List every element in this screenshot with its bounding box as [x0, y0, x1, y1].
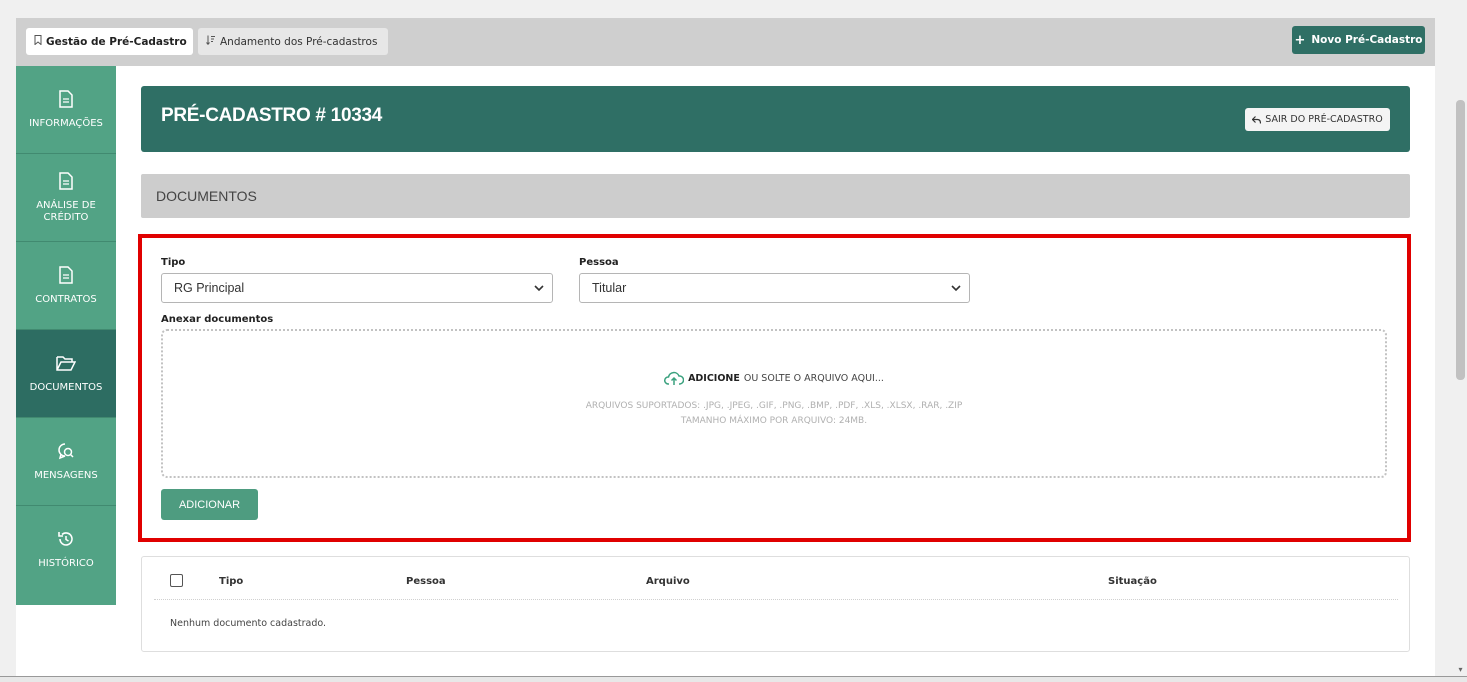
bookmark-icon — [34, 35, 42, 48]
tipo-select-value: RG Principal — [174, 281, 245, 295]
tab-label: Gestão de Pré-Cadastro — [46, 35, 187, 48]
reply-icon — [1252, 115, 1262, 124]
tab-andamento[interactable]: Andamento dos Pré-cadastros — [198, 28, 388, 55]
dropzone-prompt: ADICIONE OU SOLTE O ARQUIVO AQUI... — [163, 371, 1385, 386]
document-icon — [59, 89, 73, 108]
dropzone-supported: ARQUIVOS SUPORTADOS: .JPG, .JPEG, .GIF, … — [585, 401, 963, 411]
dropzone-max-size: TAMANHO MÁXIMO POR ARQUIVO: 24MB. — [680, 416, 868, 426]
pessoa-label: Pessoa — [579, 257, 619, 268]
section-title: DOCUMENTOS — [156, 188, 257, 204]
window-bottom-edge — [0, 676, 1467, 682]
new-button-label: Novo Pré-Cadastro — [1311, 34, 1423, 46]
tab-label: Andamento dos Pré-cadastros — [220, 35, 378, 48]
dropzone-rest: OU SOLTE O ARQUIVO AQUI... — [743, 373, 884, 384]
plus-icon: + — [1294, 32, 1306, 48]
file-dropzone[interactable]: ADICIONE OU SOLTE O ARQUIVO AQUI... ARQU… — [161, 329, 1387, 478]
sidebar-item-documentos[interactable]: DOCUMENTOS — [16, 330, 116, 418]
select-all-checkbox[interactable] — [170, 574, 183, 587]
column-header-arquivo: Arquivo — [646, 576, 690, 587]
sidebar-item-analise-credito[interactable]: ANÁLISE DE CRÉDITO — [16, 154, 116, 242]
documents-table: Tipo Pessoa Arquivo Situação Nenhum docu… — [141, 556, 1410, 652]
tab-gestao[interactable]: Gestão de Pré-Cadastro — [26, 28, 193, 55]
sidebar-item-label: INFORMAÇÕES — [29, 117, 103, 129]
sidebar-item-label: DOCUMENTOS — [29, 381, 103, 393]
chevron-down-icon — [951, 285, 961, 292]
exit-button-label: SAIR DO PRÉ-CADASTRO — [1265, 114, 1383, 125]
sidebar-item-label: HISTÓRICO — [38, 558, 94, 569]
sidebar: INFORMAÇÕES ANÁLISE DE CRÉDITO CONTRATOS… — [16, 66, 116, 605]
anexar-label: Anexar documentos — [161, 314, 274, 325]
folder-open-icon — [56, 355, 76, 371]
sort-icon — [206, 35, 216, 48]
document-upload-form: Tipo RG Principal Pessoa Titular Anexar … — [138, 234, 1411, 542]
scroll-down-arrow[interactable]: ▾ — [1456, 666, 1465, 674]
chevron-down-icon — [534, 285, 544, 292]
scrollbar-thumb[interactable] — [1456, 100, 1465, 380]
sidebar-item-label: MENSAGENS — [34, 469, 98, 481]
pessoa-select[interactable]: Titular — [579, 273, 970, 303]
section-header: DOCUMENTOS — [141, 174, 1410, 218]
column-header-pessoa: Pessoa — [406, 576, 446, 587]
chat-search-icon — [58, 442, 74, 459]
sidebar-item-label: CONTRATOS — [35, 293, 97, 305]
empty-table-message: Nenhum documento cadastrado. — [170, 618, 327, 629]
sidebar-item-label: ANÁLISE DE CRÉDITO — [36, 199, 96, 223]
tipo-select[interactable]: RG Principal — [161, 273, 553, 303]
page-header: PRÉ-CADASTRO # 10334 SAIR DO PRÉ-CADASTR… — [141, 86, 1410, 152]
history-icon — [58, 532, 73, 546]
vertical-scrollbar[interactable]: ▾ — [1453, 88, 1467, 682]
app-frame: Gestão de Pré-Cadastro Andamento dos Pré… — [16, 18, 1435, 682]
tipo-label: Tipo — [161, 257, 186, 268]
page-title: PRÉ-CADASTRO # 10334 — [161, 105, 383, 126]
sidebar-item-historico[interactable]: HISTÓRICO — [16, 506, 116, 594]
dropzone-action[interactable]: ADICIONE — [688, 373, 740, 384]
top-bar: Gestão de Pré-Cadastro Andamento dos Pré… — [16, 18, 1435, 66]
adicionar-button[interactable]: ADICIONAR — [161, 489, 258, 520]
sidebar-item-informacoes[interactable]: INFORMAÇÕES — [16, 66, 116, 154]
table-header-divider — [154, 599, 1398, 600]
browser-window: Gestão de Pré-Cadastro Andamento dos Pré… — [0, 0, 1467, 682]
sidebar-item-contratos[interactable]: CONTRATOS — [16, 242, 116, 330]
cloud-upload-icon — [664, 371, 685, 385]
pessoa-select-value: Titular — [592, 281, 627, 295]
new-pre-cadastro-button[interactable]: + Novo Pré-Cadastro — [1292, 26, 1425, 54]
document-icon — [59, 171, 73, 190]
document-icon — [59, 265, 73, 284]
column-header-situacao: Situação — [1108, 576, 1157, 587]
column-header-tipo: Tipo — [219, 576, 244, 587]
sidebar-item-mensagens[interactable]: MENSAGENS — [16, 418, 116, 506]
exit-pre-cadastro-button[interactable]: SAIR DO PRÉ-CADASTRO — [1245, 108, 1390, 131]
